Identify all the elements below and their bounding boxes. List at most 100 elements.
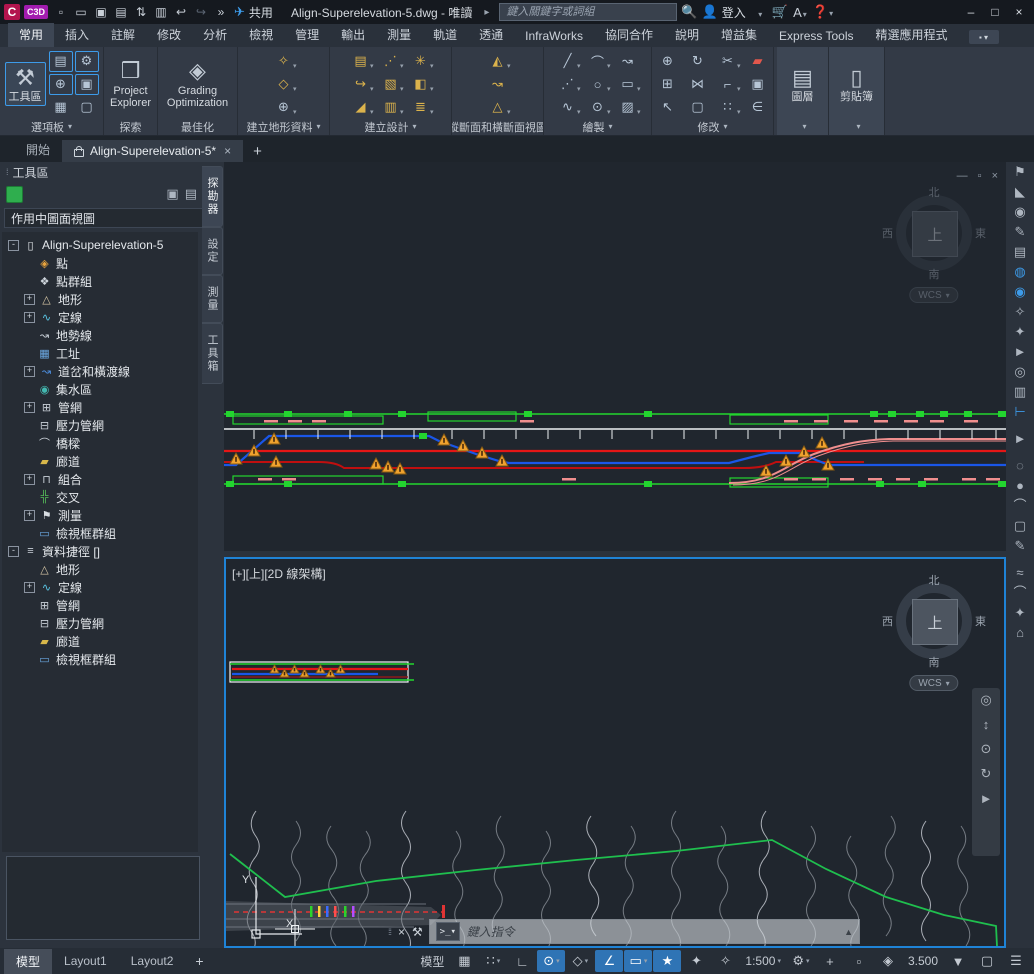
object-filter-icon[interactable]: ▼: [944, 950, 972, 972]
polar-tracking-icon[interactable]: ⊙: [537, 950, 565, 972]
viewport-top[interactable]: — ▫ × 北: [224, 162, 1006, 551]
circle-tool-icon[interactable]: ○: [586, 74, 610, 95]
toolspace-titlebar[interactable]: ⁞工具區: [0, 162, 224, 182]
close-tab-icon[interactable]: ×: [224, 144, 231, 158]
account-dropdown-icon[interactable]: [752, 5, 768, 20]
explode-tool-icon[interactable]: ▣: [746, 74, 770, 95]
sample-lines-icon[interactable]: ↝: [486, 74, 510, 95]
hatch-tool-icon[interactable]: ▨: [616, 97, 640, 118]
isodraft-icon[interactable]: ◇: [566, 950, 594, 972]
print-icon[interactable]: ▥: [152, 3, 170, 21]
active-drawing-icon[interactable]: [6, 186, 23, 203]
orbit-icon[interactable]: ↻: [981, 766, 992, 782]
panel-label-palettes[interactable]: 選項板: [0, 118, 103, 135]
toolspace-side-tab[interactable]: 探勘器: [202, 166, 223, 227]
viewcube[interactable]: 北 南 西 東 上 WCS: [886, 573, 982, 669]
corridor-icon[interactable]: ▥: [379, 97, 403, 118]
snap-mode-icon[interactable]: ∷: [479, 950, 507, 972]
layout-tab[interactable]: 模型: [4, 949, 52, 974]
more-tools-icon[interactable]: »: [212, 3, 230, 21]
close-button[interactable]: ×: [1008, 3, 1030, 21]
pan-hand-icon[interactable]: ↕: [983, 717, 990, 732]
title-expand-icon[interactable]: ▸: [484, 7, 489, 18]
new-drawing-tab-button[interactable]: +: [243, 141, 272, 162]
lasso-icon[interactable]: ⌒: [1013, 499, 1026, 512]
command-customize-wrench-icon[interactable]: ⚒: [412, 925, 423, 939]
quick-properties-icon[interactable]: ▫: [845, 950, 873, 972]
array-tool-icon[interactable]: ∷: [716, 97, 740, 118]
command-input-bar[interactable]: >_▾ 鍵入指令 ▲: [429, 919, 860, 944]
tree-item[interactable]: 地形: [2, 560, 198, 578]
tree-item[interactable]: 壓力管網: [2, 614, 198, 632]
start-tab[interactable]: 開始: [14, 137, 62, 162]
ribbon-tab[interactable]: 測量: [376, 23, 422, 47]
ribbon-tab[interactable]: 輸出: [330, 23, 376, 47]
ribbon-tab[interactable]: Express Tools: [768, 26, 864, 47]
annotation-autoscale-icon[interactable]: ✦: [682, 950, 710, 972]
maximize-button[interactable]: □: [984, 3, 1006, 21]
toolspace-side-tab[interactable]: 設定: [202, 227, 223, 275]
move-tool-icon[interactable]: ⊕: [656, 51, 680, 72]
survey-palette-icon[interactable]: ⊕: [49, 74, 73, 95]
profile-icon[interactable]: ▧: [379, 74, 403, 95]
ribbon-tab[interactable]: 插入: [54, 23, 100, 47]
clean-screen-icon[interactable]: ▢: [973, 950, 1001, 972]
tree-item[interactable]: 工址: [2, 344, 198, 362]
tree-expander[interactable]: +: [24, 582, 35, 593]
ribbon-tab[interactable]: 說明: [664, 23, 710, 47]
tree-item[interactable]: + 道岔和橫渡線: [2, 362, 198, 380]
wcs-button[interactable]: WCS: [909, 287, 958, 303]
viewcube[interactable]: 北 南 西 東 上 WCS: [886, 185, 982, 281]
feature-line-icon[interactable]: ↪: [349, 74, 373, 95]
app-logo[interactable]: C: [4, 4, 20, 20]
tree-item[interactable]: 檢視框群組: [2, 650, 198, 668]
trim-tool-icon[interactable]: ✂: [716, 51, 740, 72]
revision-cloud-icon[interactable]: ◌: [1016, 459, 1024, 472]
command-prompt-icon[interactable]: >_▾: [436, 922, 460, 941]
create-points-icon[interactable]: ✧: [272, 51, 296, 72]
alignment-icon[interactable]: ⋰: [379, 51, 403, 72]
profile-view-icon[interactable]: ◭: [486, 51, 510, 72]
tree-item[interactable]: 地勢線: [2, 326, 198, 344]
object-snap-icon[interactable]: ∠: [595, 950, 623, 972]
pipe-network-icon[interactable]: ≣: [409, 97, 433, 118]
ribbon-tab[interactable]: 修改: [146, 23, 192, 47]
viewport-bottom-active[interactable]: [+][上][2D 線架構]: [224, 557, 1006, 948]
tree-item[interactable]: 廊道: [2, 452, 198, 470]
ellipse-tool-icon[interactable]: ⊙: [586, 97, 610, 118]
toolbox-icon[interactable]: ▣: [75, 74, 99, 95]
polyline-edit-icon[interactable]: ∿: [556, 97, 580, 118]
rotate-tool-icon[interactable]: ↻: [686, 51, 710, 72]
tree-expander[interactable]: +: [24, 366, 35, 377]
eye-icon[interactable]: ◉: [1014, 205, 1025, 218]
share-button[interactable]: ✈共用: [234, 4, 273, 21]
create-surface-icon[interactable]: ◇: [272, 74, 296, 95]
tree-item[interactable]: + 地形: [2, 290, 198, 308]
clipboard-button[interactable]: ▯剪貼簿: [836, 62, 877, 107]
ribbon-tab[interactable]: 增益集: [710, 23, 768, 47]
viewport-close-icon[interactable]: ×: [992, 170, 998, 182]
ribbon-tab[interactable]: 分析: [192, 23, 238, 47]
geolocation-icon[interactable]: ◍: [1014, 265, 1025, 278]
workspace-gear-icon[interactable]: ⚙: [787, 950, 815, 972]
tree-expander[interactable]: +: [24, 510, 35, 521]
tree-item[interactable]: + 管網: [2, 398, 198, 416]
app-store-cart-icon[interactable]: 🛒: [772, 4, 788, 20]
tree-item[interactable]: 集水區: [2, 380, 198, 398]
point-sparkle-icon[interactable]: ✧: [1015, 305, 1026, 318]
offset-tool-icon[interactable]: ∈: [746, 97, 770, 118]
view-selector-dropdown[interactable]: 作用中圖面視圖▾: [4, 208, 220, 228]
settings-gear-icon[interactable]: ⚙: [75, 51, 99, 72]
ribbon-tab[interactable]: 精選應用程式: [865, 23, 959, 47]
model-space-button[interactable]: 模型: [415, 950, 449, 972]
select-cursor-icon[interactable]: ►: [1014, 432, 1027, 445]
tree-item[interactable]: 廊道: [2, 632, 198, 650]
showmotion-icon[interactable]: ►: [980, 791, 993, 806]
setsquare-icon[interactable]: ◣: [1015, 185, 1025, 198]
tree-expander[interactable]: [24, 421, 33, 430]
transfer-icon[interactable]: ⇅: [132, 3, 150, 21]
tree-item[interactable]: + 定線: [2, 578, 198, 596]
tree-item[interactable]: + 組合: [2, 470, 198, 488]
search-icon[interactable]: 🔍: [681, 4, 697, 20]
new-file-icon[interactable]: ▫: [52, 3, 70, 21]
